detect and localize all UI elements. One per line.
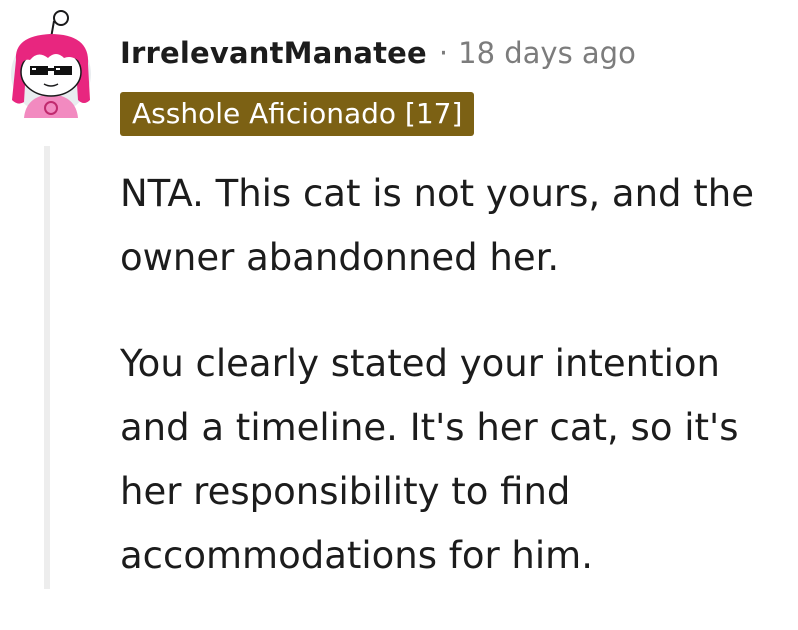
comment-body: NTA. This cat is not yours, and the owne… [120, 162, 780, 630]
comment-header: IrrelevantManatee · 18 days ago [120, 30, 636, 76]
user-avatar-icon[interactable] [4, 8, 100, 118]
author-username[interactable]: IrrelevantManatee [120, 36, 427, 70]
comment: IrrelevantManatee · 18 days ago Asshole … [0, 0, 798, 589]
comment-paragraph: NTA. This cat is not yours, and the owne… [120, 172, 755, 279]
comment-timestamp[interactable]: 18 days ago [458, 36, 636, 70]
user-flair-badge: Asshole Aficionado [17] [120, 92, 475, 136]
comment-paragraph: You clearly stated your intention and a … [120, 342, 739, 577]
header-separator: · [438, 36, 449, 70]
snoo-avatar-graphic [11, 10, 91, 118]
thread-collapse-line[interactable] [44, 146, 50, 589]
